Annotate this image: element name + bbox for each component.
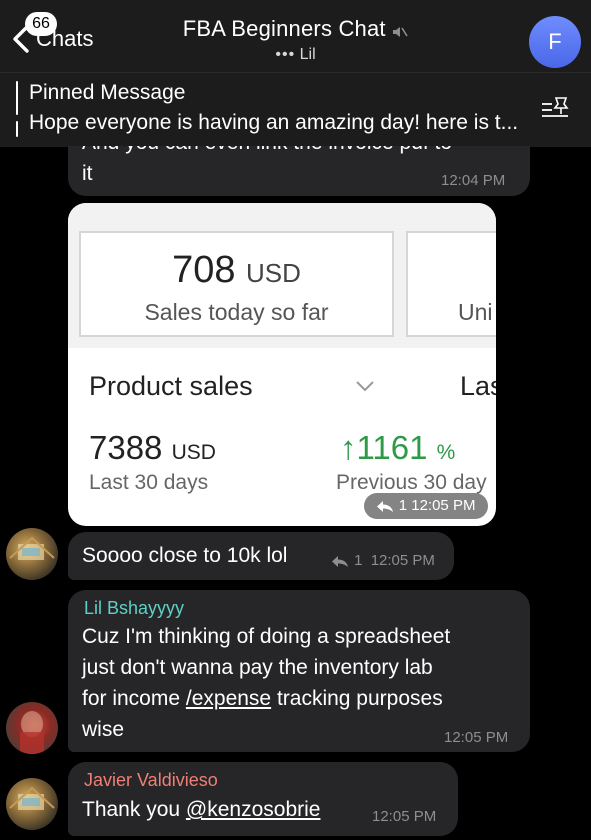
growth-value: ↑1161 % bbox=[340, 429, 456, 466]
units-box: Uni bbox=[406, 231, 496, 337]
reply-count: 1 bbox=[354, 552, 363, 569]
sales-today-amount: 708 USD bbox=[172, 249, 301, 291]
typing-dots: ••• bbox=[275, 46, 296, 63]
sales-today-label: Sales today so far bbox=[144, 299, 329, 325]
sender-name[interactable]: Lil Bshayyyy bbox=[84, 598, 184, 619]
chat-title: FBA Beginners Chat bbox=[182, 16, 386, 41]
group-avatar[interactable]: F bbox=[529, 16, 581, 68]
total-sales-unit: USD bbox=[171, 441, 216, 464]
sales-today-box: 708 USD Sales today so far bbox=[79, 231, 394, 337]
typing-status: ••• Lil bbox=[0, 46, 591, 64]
avatar[interactable] bbox=[6, 778, 58, 830]
last-period-title: Las bbox=[460, 371, 496, 401]
message-line: wise bbox=[82, 718, 125, 741]
avatar[interactable] bbox=[6, 702, 58, 754]
image-message[interactable]: 708 USD Sales today so far Uni Product s… bbox=[68, 203, 496, 526]
units-label: Uni bbox=[458, 299, 493, 325]
reply-count: 1 bbox=[398, 497, 408, 514]
pinned-title: Pinned Message bbox=[29, 81, 186, 104]
message-text-partial: And you can even link the invoice pdf to bbox=[82, 146, 452, 158]
avatar-image bbox=[9, 786, 55, 810]
image-time: 12:05 PM bbox=[411, 497, 476, 514]
chat-title-area[interactable]: FBA Beginners Chat ••• Lil bbox=[0, 16, 591, 64]
chevron-down-icon bbox=[356, 381, 374, 392]
message-time: 12:05 PM bbox=[370, 552, 435, 569]
image-time-badge: 1 12:05 PM bbox=[364, 493, 488, 519]
message-time: 12:05 PM bbox=[372, 808, 437, 825]
message-text: Thank you @kenzosobrie bbox=[82, 798, 321, 821]
up-arrow-icon: ↑ bbox=[340, 429, 357, 466]
typing-user: Lil bbox=[299, 46, 316, 63]
previous-period-label: Previous 30 day bbox=[336, 471, 487, 494]
message-text: Soooo close to 10k lol bbox=[82, 544, 288, 567]
message-line: Cuz I'm thinking of doing a spreadsheet bbox=[82, 625, 451, 648]
reply-icon bbox=[332, 555, 348, 567]
pinned-message-bar[interactable]: Pinned Message Hope everyone is having a… bbox=[0, 72, 591, 147]
message-time: 12:04 PM bbox=[441, 172, 506, 189]
message-bubble[interactable]: Javier Valdivieso Thank you @kenzosobrie… bbox=[68, 762, 458, 836]
sales-today-unit: USD bbox=[246, 258, 301, 288]
message-line: just don't wanna pay the inventory lab bbox=[82, 656, 433, 679]
avatar-image bbox=[20, 711, 44, 754]
message-bubble[interactable]: Lil Bshayyyy Cuz I'm thinking of doing a… bbox=[68, 590, 530, 752]
stats-header: 708 USD Sales today so far Uni bbox=[68, 203, 496, 348]
message-bubble[interactable]: And you can even link the invoice pdf to… bbox=[68, 146, 530, 196]
command-link[interactable]: /expense bbox=[186, 687, 271, 710]
mention-link[interactable]: @kenzosobrie bbox=[186, 798, 321, 821]
message-line: for income /expense tracking purposes bbox=[82, 687, 443, 710]
message-time: 12:05 PM bbox=[444, 729, 509, 746]
pinned-text: Hope everyone is having an amazing day! … bbox=[29, 111, 519, 134]
reply-indicator[interactable]: 1 12:05 PM bbox=[332, 552, 435, 569]
growth-unit: % bbox=[436, 441, 456, 464]
reply-icon bbox=[376, 500, 393, 512]
avatar-image bbox=[9, 536, 55, 560]
mute-icon bbox=[393, 26, 408, 37]
pinned-indicator bbox=[16, 81, 18, 137]
total-sales-period: Last 30 days bbox=[89, 471, 209, 494]
pinned-list-icon[interactable] bbox=[540, 96, 570, 122]
chat-header: Chats 66 FBA Beginners Chat ••• Lil F bbox=[0, 0, 591, 72]
sender-name[interactable]: Javier Valdivieso bbox=[84, 770, 218, 791]
message-text: it bbox=[82, 162, 93, 185]
message-bubble[interactable]: Soooo close to 10k lol 1 12:05 PM bbox=[68, 532, 454, 580]
total-sales-value: 7388 USD bbox=[89, 429, 216, 466]
avatar[interactable] bbox=[6, 528, 58, 580]
product-sales-title: Product sales bbox=[89, 371, 253, 401]
